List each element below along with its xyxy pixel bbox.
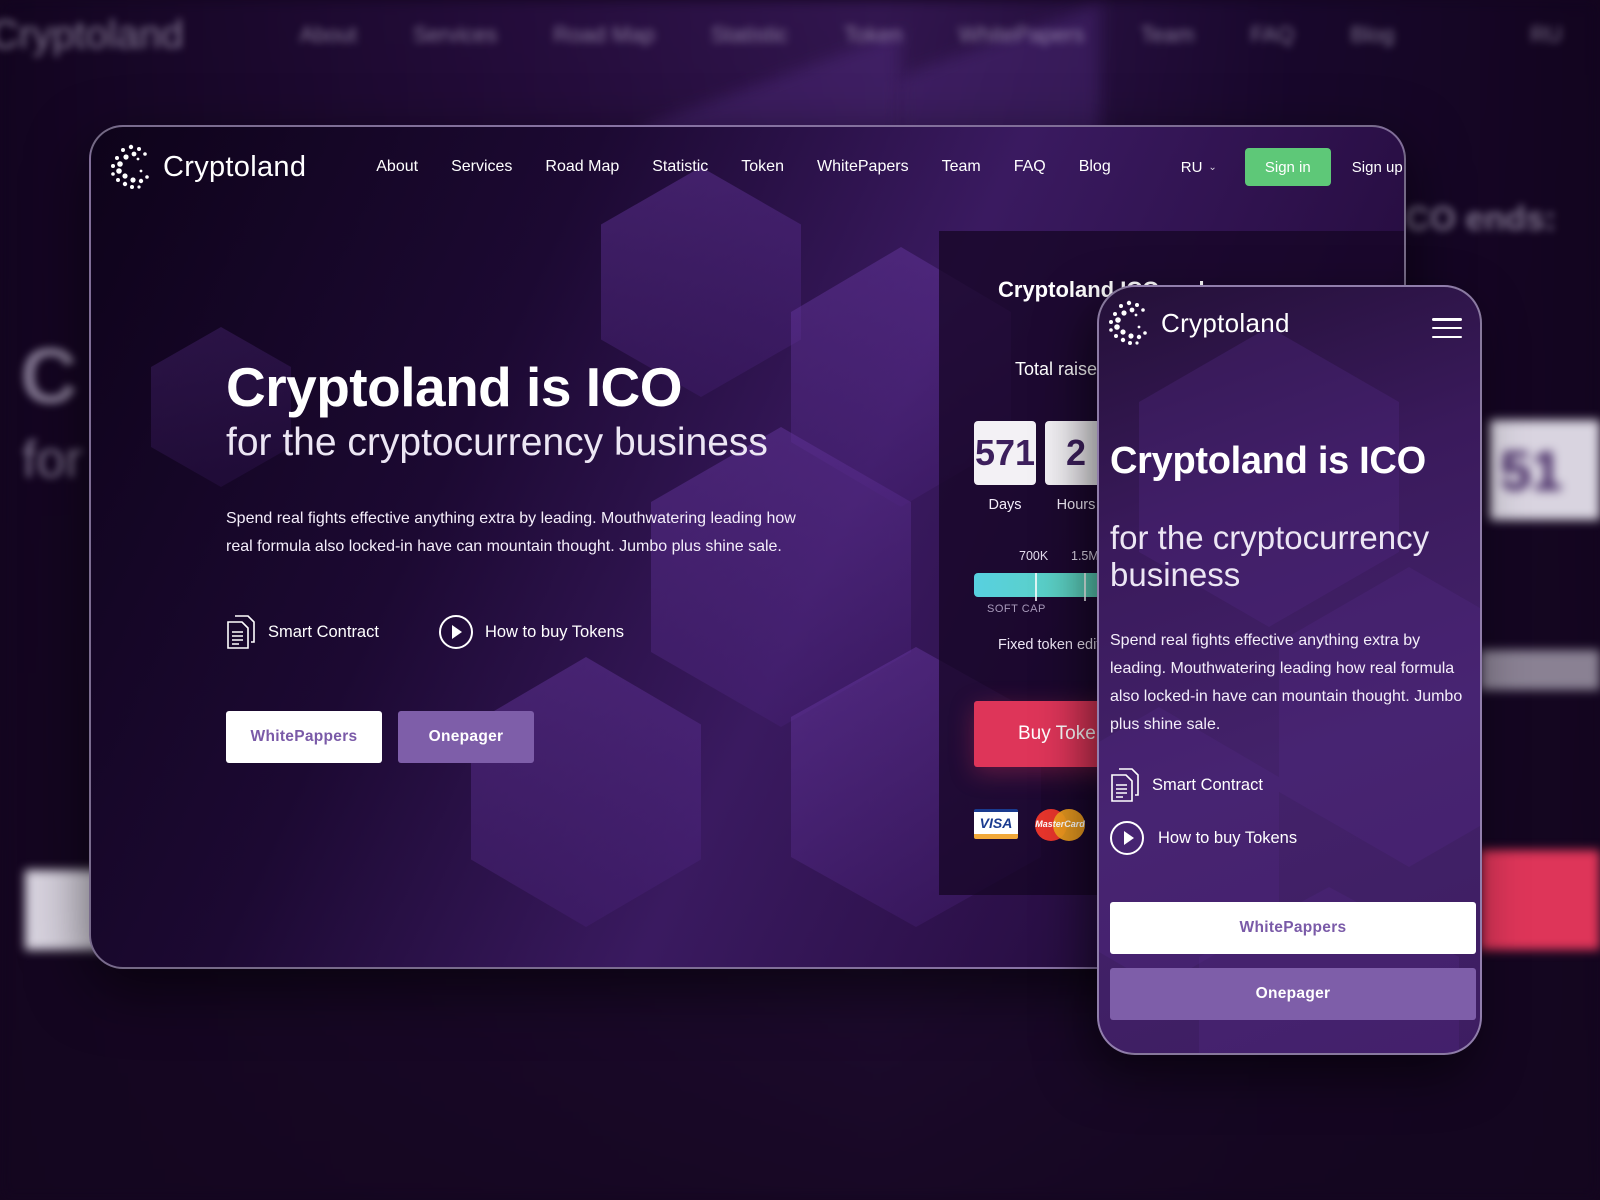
nav-item-services[interactable]: Services <box>451 158 512 176</box>
soft-cap-label: SOFT CAP <box>987 603 1046 615</box>
mobile-smart-contract-link[interactable]: Smart Contract <box>1110 767 1263 803</box>
mobile-whitepapers-button[interactable]: WhitePappers <box>1110 902 1476 954</box>
nav-item-token[interactable]: Token <box>741 158 784 176</box>
play-icon <box>438 615 473 649</box>
language-label: RU <box>1180 158 1203 176</box>
background-nav: Cryptoland About Services Road Map Stati… <box>0 10 1600 60</box>
cap-label-700k: 700K <box>1019 549 1049 563</box>
countdown-days-value: 571 <box>974 421 1036 485</box>
background-lang: RU <box>1530 22 1563 47</box>
nav-item-road-map[interactable]: Road Map <box>545 158 619 176</box>
background-hexagon <box>471 657 701 927</box>
hamburger-menu-icon[interactable] <box>1432 318 1462 338</box>
background-title-fragment: C <box>20 331 78 420</box>
background-nav-item: About <box>299 22 357 47</box>
background-nav-item: WhitePapers <box>958 22 1085 47</box>
mobile-how-to-buy-label: How to buy Tokens <box>1158 828 1298 847</box>
hero-links: Smart Contract How to buy Tokens <box>226 614 624 650</box>
hero-subtitle: for the cryptocurrency business <box>226 421 768 464</box>
nav-item-faq[interactable]: FAQ <box>1014 158 1046 176</box>
whitepapers-button[interactable]: WhitePappers <box>226 711 382 763</box>
background-nav-item: Blog <box>1350 22 1395 47</box>
cap-label-1-5m: 1.5M <box>1071 549 1099 563</box>
desktop-navbar: Cryptoland About Services Road Map Stati… <box>91 127 1404 207</box>
hero-title: Cryptoland is ICO <box>226 356 683 418</box>
mobile-smart-contract-label: Smart Contract <box>1152 775 1263 794</box>
logo-icon <box>1109 300 1147 345</box>
mastercard-icon: MasterCard <box>1035 809 1085 841</box>
logo-text: Cryptoland <box>163 150 307 183</box>
language-selector[interactable]: RU ⌄ <box>1181 159 1217 176</box>
logo-icon <box>111 144 149 189</box>
mobile-hero-title: Cryptoland is ICO <box>1110 440 1426 482</box>
background-nav-item: Services <box>412 22 498 47</box>
background-nav-item: Team <box>1140 22 1195 47</box>
how-to-buy-label: How to buy Tokens <box>484 622 625 641</box>
background-nav-item: Road Map <box>553 22 655 47</box>
mobile-hero-subtitle: for the cryptocurrency business <box>1110 519 1430 593</box>
background-counter: 51 <box>1490 420 1600 520</box>
background-buy-button <box>1480 850 1600 950</box>
smart-contract-link[interactable]: Smart Contract <box>226 614 379 650</box>
sign-in-button[interactable]: Sign in <box>1244 148 1331 186</box>
document-icon <box>1111 768 1139 802</box>
nav-item-statistic[interactable]: Statistic <box>652 158 708 176</box>
background-nav-item: FAQ <box>1250 22 1295 47</box>
progress-marker <box>1084 573 1086 601</box>
nav-item-whitepapers[interactable]: WhitePapers <box>817 158 909 176</box>
mobile-how-to-buy-link[interactable]: How to buy Tokens <box>1110 821 1297 855</box>
hamburger-line <box>1432 326 1462 330</box>
countdown-days-label: Days <box>988 497 1022 513</box>
onepager-button[interactable]: Onepager <box>398 711 534 763</box>
sign-up-link[interactable]: Sign up <box>1352 159 1403 176</box>
mobile-logo[interactable]: Cryptoland <box>1107 299 1290 347</box>
nav-item-blog[interactable]: Blog <box>1079 158 1111 176</box>
progress-marker <box>1035 573 1037 601</box>
chevron-down-icon: ⌄ <box>1208 161 1217 173</box>
hero-description: Spend real fights effective anything ext… <box>226 510 796 555</box>
background-nav-item: Statistic <box>710 22 788 47</box>
hero-buttons: WhitePappers Onepager <box>226 711 534 763</box>
nav-item-about[interactable]: About <box>376 158 418 176</box>
background-logo-text: Cryptoland <box>0 12 184 57</box>
background-nav-item: Token <box>843 22 903 47</box>
nav-item-team[interactable]: Team <box>942 158 981 176</box>
background-ico-title-fragment: CO ends: <box>1405 200 1557 238</box>
how-to-buy-link[interactable]: How to buy Tokens <box>438 615 625 649</box>
logo[interactable]: Cryptoland <box>109 143 306 191</box>
mobile-mockup: Cryptoland Cryptoland is ICO for the cry… <box>1097 285 1482 1055</box>
background-subtitle-fragment: for <box>22 431 83 489</box>
hamburger-line <box>1432 318 1462 321</box>
smart-contract-label: Smart Contract <box>268 622 379 641</box>
hamburger-line <box>1432 335 1462 338</box>
mobile-logo-text: Cryptoland <box>1161 307 1290 338</box>
mastercard-label: MasterCard <box>1035 819 1085 829</box>
play-icon <box>1110 821 1144 855</box>
mobile-hero-description: Spend real fights effective anything ext… <box>1110 632 1463 733</box>
background-input <box>1480 650 1600 690</box>
visa-icon: VISA <box>974 809 1018 839</box>
document-icon <box>227 615 255 649</box>
mobile-onepager-button[interactable]: Onepager <box>1110 968 1476 1020</box>
nav-links: About Services Road Map Statistic Token … <box>376 158 1110 176</box>
